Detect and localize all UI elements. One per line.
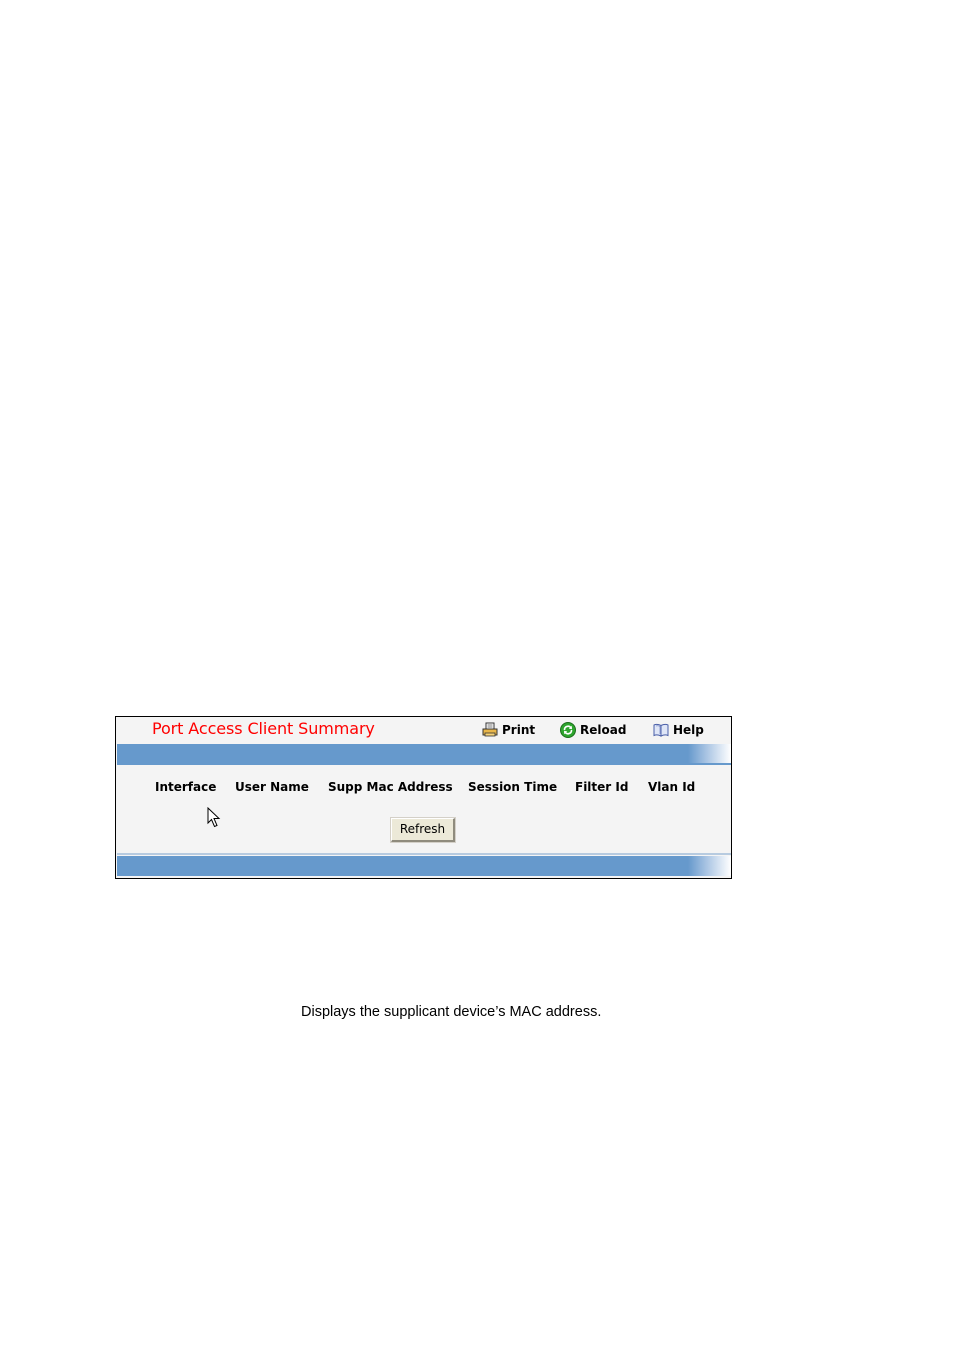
column-header-supp-mac-address: Supp Mac Address xyxy=(328,780,453,794)
refresh-button[interactable]: Refresh xyxy=(390,817,456,843)
column-header-vlan-id: Vlan Id xyxy=(648,780,696,794)
help-label: Help xyxy=(673,723,704,737)
reload-label: Reload xyxy=(580,723,627,737)
column-header-session-time: Session Time xyxy=(468,780,558,794)
printer-icon xyxy=(482,722,498,738)
reload-icon xyxy=(560,722,576,738)
column-header-interface: Interface xyxy=(155,780,217,794)
column-header-filter-id: Filter Id xyxy=(575,780,629,794)
panel-header: Port Access Client Summary Print Reload … xyxy=(116,717,731,743)
port-access-client-summary-panel: Port Access Client Summary Print Reload … xyxy=(115,716,732,879)
book-icon xyxy=(653,722,669,738)
print-button[interactable]: Print xyxy=(482,721,535,739)
header-divider-line xyxy=(117,763,731,765)
footer-divider-bar xyxy=(117,856,731,876)
print-label: Print xyxy=(502,723,536,737)
header-divider-bar xyxy=(117,744,731,764)
mouse-pointer-icon xyxy=(207,806,221,829)
page-title: Port Access Client Summary xyxy=(152,719,375,738)
column-header-user-name: User Name xyxy=(235,780,309,794)
footer-divider-line xyxy=(117,853,731,855)
help-button[interactable]: Help xyxy=(653,721,704,739)
field-description: Displays the supplicant device’s MAC add… xyxy=(301,1004,602,1020)
reload-button[interactable]: Reload xyxy=(560,721,626,739)
table-header-row: Interface User Name Supp Mac Address Ses… xyxy=(116,780,731,796)
